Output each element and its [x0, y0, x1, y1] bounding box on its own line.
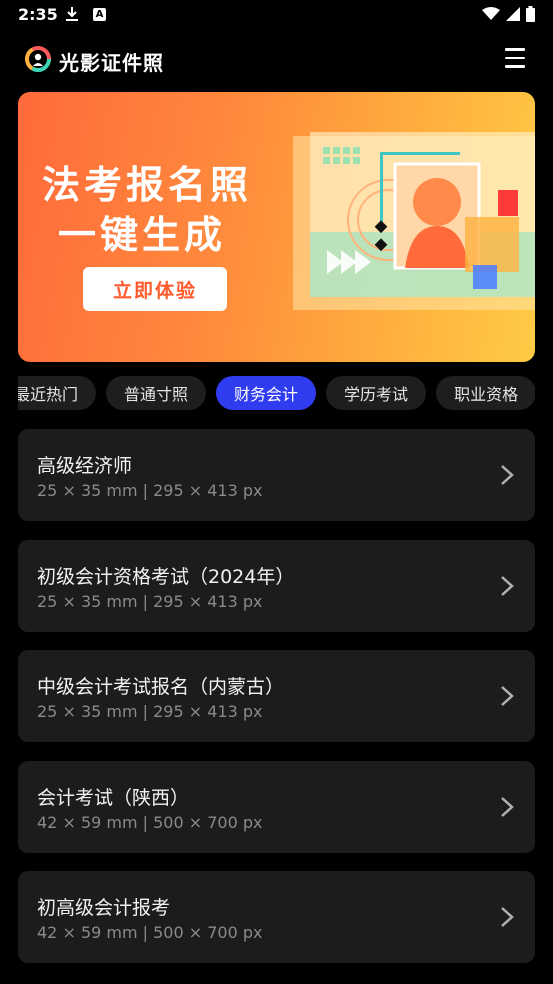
list-item[interactable]: 初高级会计报考 42 × 59 mm | 500 × 700 px: [18, 871, 535, 963]
tab-finance-accounting[interactable]: 财务会计: [216, 376, 317, 410]
try-now-button[interactable]: 立即体验: [83, 267, 227, 311]
download-icon: [65, 6, 79, 26]
banner-headline: 法考报名照: [42, 163, 253, 207]
item-size: 25 × 35 mm | 295 × 413 px: [37, 591, 263, 611]
tab-recent-hot[interactable]: 最近热门: [18, 376, 97, 410]
menu-button[interactable]: [505, 48, 525, 68]
autofill-icon: A: [93, 8, 106, 21]
tab-academic-exam[interactable]: 学历考试: [326, 376, 427, 410]
list-item[interactable]: 中级会计考试报名（内蒙古） 25 × 35 mm | 295 × 413 px: [18, 650, 535, 742]
menu-icon: [505, 48, 525, 51]
item-title: 会计考试（陕西）: [37, 786, 190, 809]
app-bar: 光影证件照: [0, 38, 553, 80]
status-time: 2:35: [18, 5, 58, 24]
app-title: 光影证件照: [59, 51, 164, 75]
item-size: 25 × 35 mm | 295 × 413 px: [37, 481, 263, 500]
chevron-right-icon: [501, 796, 514, 817]
promo-banner[interactable]: 法考报名照 一键生成 立即体验: [18, 92, 535, 362]
category-tabs: 最近热门 普通寸照 财务会计 学历考试 职业资格: [18, 376, 535, 412]
chevron-right-icon: [501, 686, 514, 706]
signal-icon: [506, 7, 520, 21]
status-icons: [482, 6, 535, 22]
item-size: 25 × 35 mm | 295 × 413 px: [37, 702, 263, 721]
item-size: 42 × 59 mm | 500 × 700 px: [37, 812, 263, 832]
list-item[interactable]: 初级会计资格考试（2024年） 25 × 35 mm | 295 × 413 p…: [18, 539, 535, 632]
item-title: 初高级会计报考: [37, 897, 171, 919]
tab-standard-size[interactable]: 普通寸照: [106, 376, 207, 410]
item-title: 中级会计考试报名（内蒙古）: [37, 676, 285, 698]
banner-subheadline: 一键生成: [58, 213, 227, 257]
wifi-icon: [482, 7, 500, 20]
chevron-right-icon: [501, 575, 514, 596]
status-bar: 2:35 A: [0, 0, 553, 30]
chevron-right-icon: [501, 465, 514, 485]
chevron-right-icon: [501, 907, 514, 927]
list-item[interactable]: 高级经济师 25 × 35 mm | 295 × 413 px: [18, 429, 535, 521]
battery-icon: [526, 6, 535, 22]
list-item[interactable]: 会计考试（陕西） 42 × 59 mm | 500 × 700 px: [18, 760, 535, 853]
spec-list: 高级经济师 25 × 35 mm | 295 × 413 px 初级会计资格考试…: [18, 429, 535, 982]
item-size: 42 × 59 mm | 500 × 700 px: [37, 923, 263, 942]
app-logo-icon: [25, 46, 51, 72]
photo-illustration-icon: [293, 132, 535, 310]
tab-professional-qualification[interactable]: 职业资格: [436, 376, 535, 410]
item-title: 初级会计资格考试（2024年）: [37, 565, 295, 588]
item-title: 高级经济师: [37, 455, 133, 477]
